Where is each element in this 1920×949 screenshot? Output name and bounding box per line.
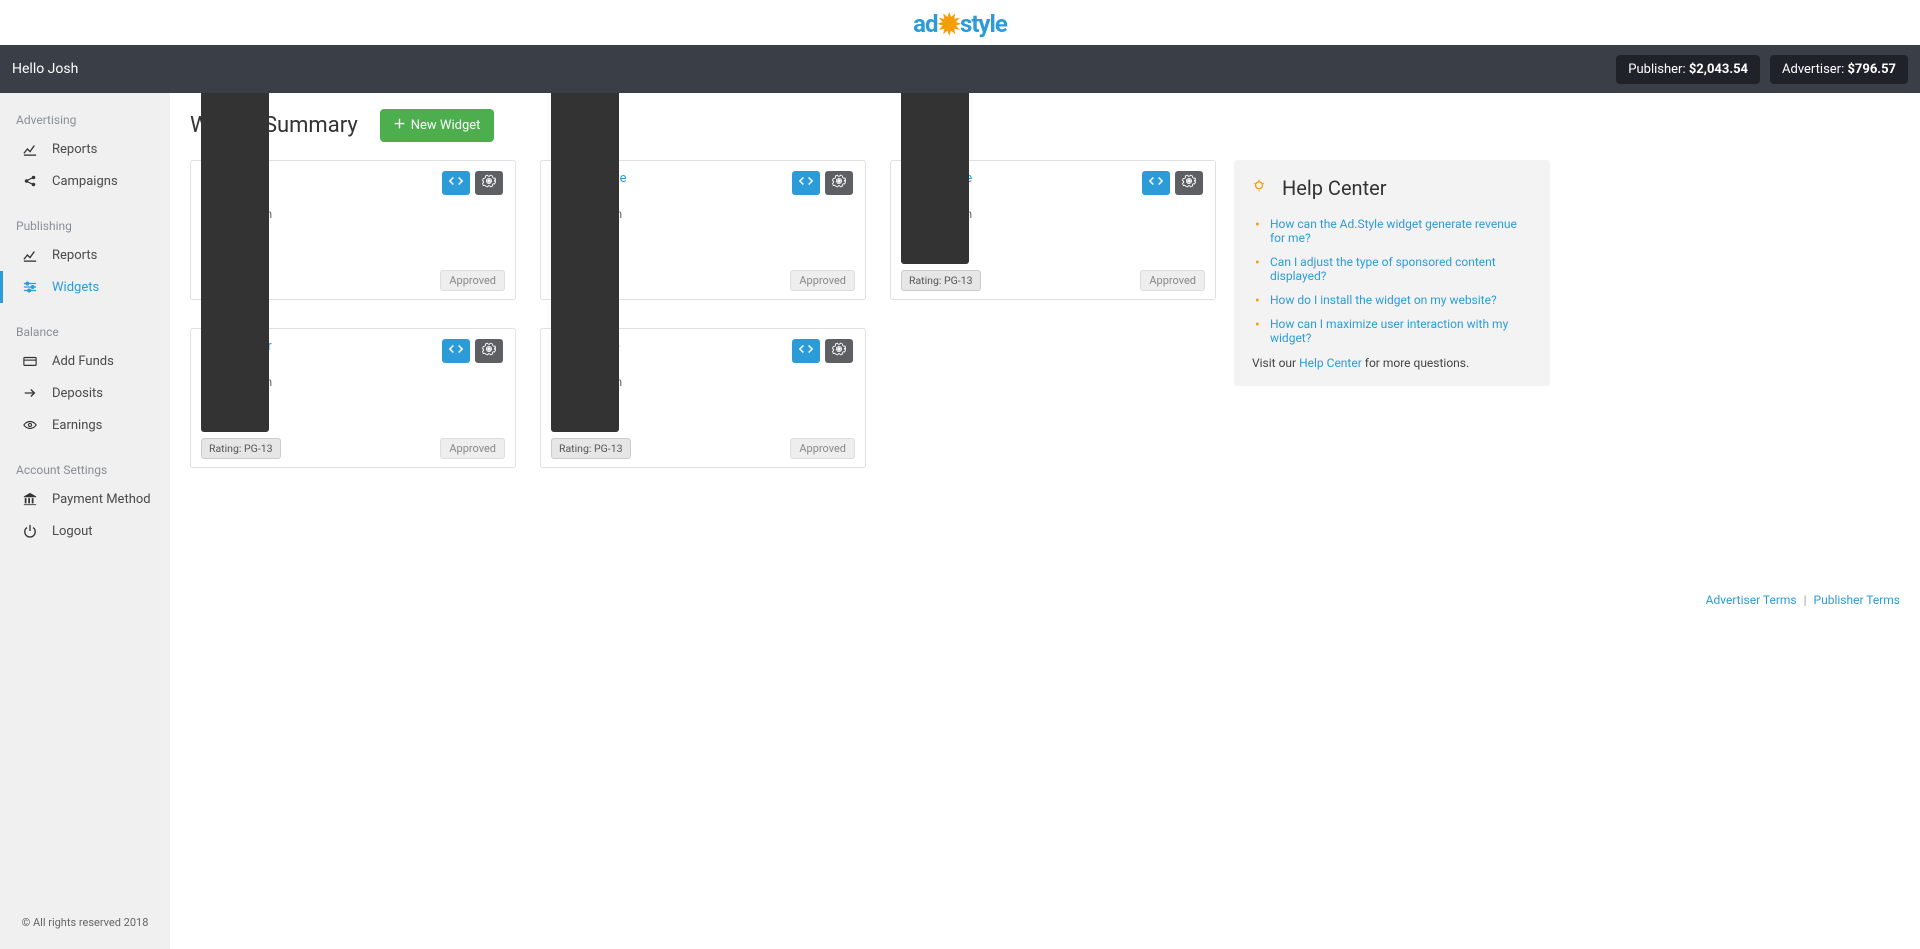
help-center-link[interactable]: Help Center xyxy=(1299,356,1362,370)
bank-icon xyxy=(22,491,38,507)
separator: | xyxy=(1804,593,1807,607)
help-link[interactable]: How do I install the widget on my websit… xyxy=(1270,293,1497,307)
publisher-terms-link[interactable]: Publisher Terms xyxy=(1814,593,1900,607)
sidebar-item-label: Deposits xyxy=(52,386,103,401)
logo-text-style: style xyxy=(960,10,1007,38)
sidebar-item-earnings[interactable]: Earnings xyxy=(0,409,170,441)
credit-card-icon xyxy=(22,353,38,369)
widget-rating-badge: Rating: PG-13 xyxy=(901,270,981,291)
widget-grid: Sidebartodayok.comLayout: 1x5Rating: PGA… xyxy=(190,160,1216,468)
greeting-text: Hello Josh xyxy=(12,61,78,77)
chart-line-icon xyxy=(22,247,38,263)
sidebar-group-advertising: Advertising xyxy=(0,105,170,133)
lightbulb-icon xyxy=(1252,178,1272,198)
sidebar-item-label: Payment Method xyxy=(52,492,151,507)
sidebar-item-widgets[interactable]: Widgets xyxy=(0,271,170,303)
sidebar-item-deposits[interactable]: Deposits xyxy=(0,377,170,409)
sidebar-item-publishing-reports[interactable]: Reports xyxy=(0,239,170,271)
widget-status-badge: Approved xyxy=(440,438,505,459)
sidebar: Advertising Reports Campaigns Publishing… xyxy=(0,93,170,949)
greeting-bar: Hello Josh Publisher: $2,043.54 Advertis… xyxy=(0,45,1920,93)
widget-rating-badge: Rating: PG-13 xyxy=(201,438,281,459)
main-content: Widget Summary New Widget Sidebartodayok… xyxy=(170,93,1920,949)
share-icon xyxy=(22,173,38,189)
sidebar-item-label: Logout xyxy=(52,524,93,539)
sidebar-item-label: Earnings xyxy=(52,418,102,433)
widget-status-badge: Approved xyxy=(790,438,855,459)
help-link[interactable]: How can I maximize user interaction with… xyxy=(1270,317,1508,345)
sidebar-group-account: Account Settings xyxy=(0,455,170,483)
widget-rating-badge: Rating: PG-13 xyxy=(551,438,631,459)
sidebar-item-add-funds[interactable]: Add Funds xyxy=(0,345,170,377)
help-link[interactable]: Can I adjust the type of sponsored conte… xyxy=(1270,255,1496,283)
sidebar-item-label: Widgets xyxy=(52,280,99,295)
sidebar-item-advertising-reports[interactable]: Reports xyxy=(0,133,170,165)
widget-card: Article pagetodayok.comLayout: 4x4Rating… xyxy=(890,160,1216,300)
advertiser-terms-link[interactable]: Advertiser Terms xyxy=(1706,593,1797,607)
top-bar: ad✹style xyxy=(0,0,1920,45)
help-links-list: How can the Ad.Style widget generate rev… xyxy=(1252,212,1532,350)
logo-text-ad: ad xyxy=(913,10,937,38)
widget-layout-badge: Layout: 4x4 xyxy=(901,93,969,264)
sidebar-item-label: Campaigns xyxy=(52,174,118,189)
sidebar-item-label: Reports xyxy=(52,248,97,263)
advertiser-balance-label: Advertiser: xyxy=(1782,62,1844,77)
terms-links: Advertiser Terms | Publisher Terms xyxy=(1706,593,1900,607)
help-more-text: Visit our Help Center for more questions… xyxy=(1252,356,1532,370)
help-center-title: Help Center xyxy=(1282,176,1387,200)
publisher-balance-label: Publisher: xyxy=(1628,62,1685,77)
widget-card: Left sidebartodayok.comLayout: 2x6Rating… xyxy=(190,328,516,468)
power-icon xyxy=(22,523,38,539)
sidebar-footer: © All rights reserved 2018 xyxy=(0,916,170,929)
publisher-balance[interactable]: Publisher: $2,043.54 xyxy=(1616,55,1760,84)
advertiser-balance[interactable]: Advertiser: $796.57 xyxy=(1770,55,1908,84)
advertiser-balance-amount: $796.57 xyxy=(1847,62,1896,77)
sidebar-item-logout[interactable]: Logout xyxy=(0,515,170,547)
publisher-balance-amount: $2,043.54 xyxy=(1689,62,1748,77)
sidebar-item-payment-method[interactable]: Payment Method xyxy=(0,483,170,515)
logo-dot-icon: ✹ xyxy=(938,8,960,41)
sliders-icon xyxy=(22,279,38,295)
help-center-panel: Help Center How can the Ad.Style widget … xyxy=(1234,160,1550,386)
sidebar-item-label: Add Funds xyxy=(52,354,114,369)
arrow-right-icon xyxy=(22,385,38,401)
eye-icon xyxy=(22,417,38,433)
widget-layout-badge: Layout: 4x4 xyxy=(551,93,619,432)
help-link[interactable]: How can the Ad.Style widget generate rev… xyxy=(1270,217,1517,245)
sidebar-group-publishing: Publishing xyxy=(0,211,170,239)
logo[interactable]: ad✹style xyxy=(913,6,1007,39)
widget-layout-badge: Layout: 2x6 xyxy=(201,93,269,432)
sidebar-item-campaigns[interactable]: Campaigns xyxy=(0,165,170,197)
chart-line-icon xyxy=(22,141,38,157)
sidebar-item-label: Reports xyxy=(52,142,97,157)
widget-card: Home pagetodayok.comLayout: 4x4Rating: P… xyxy=(540,328,866,468)
widget-status-badge: Approved xyxy=(1140,270,1205,291)
sidebar-group-balance: Balance xyxy=(0,317,170,345)
